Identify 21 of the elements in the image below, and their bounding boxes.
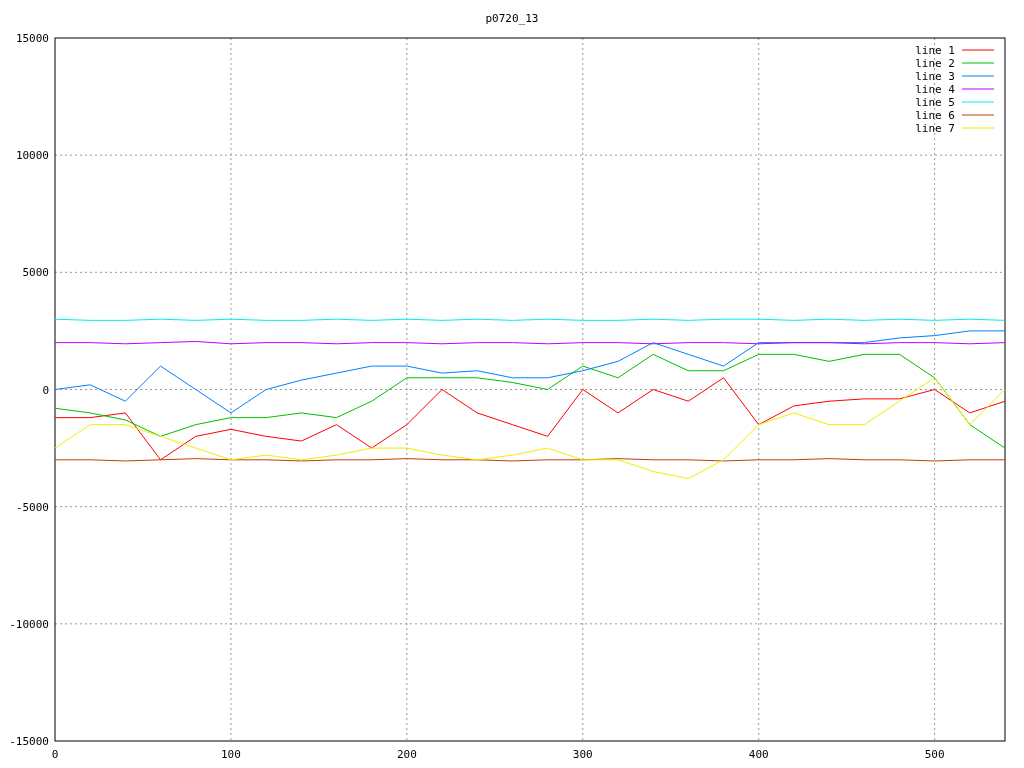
legend-label: line 2 [915,57,955,70]
y-tick-label: 10000 [15,149,49,163]
x-tick-label: 500 [924,748,945,761]
legend-label: line 1 [915,44,955,57]
x-tick-label: 300 [572,748,593,761]
legend-label: line 3 [915,70,955,83]
x-tick-label: 0 [51,748,59,761]
y-tick-label: 15000 [15,32,49,45]
chart-title: p0720_13 [485,12,539,25]
legend-label: line 6 [915,109,955,122]
x-tick-label: 200 [396,748,417,761]
legend-label: line 5 [915,96,955,109]
y-tick-label: -5000 [15,500,49,514]
y-tick-label: -15000 [9,735,49,748]
y-tick-label: 5000 [22,266,49,280]
legend-label: line 4 [915,83,955,96]
x-tick-label: 100 [221,748,241,761]
x-tick-label: 400 [748,748,769,761]
y-tick-label: 0 [42,383,49,397]
legend-label: line 7 [915,122,955,135]
y-tick-label: -10000 [9,617,49,631]
